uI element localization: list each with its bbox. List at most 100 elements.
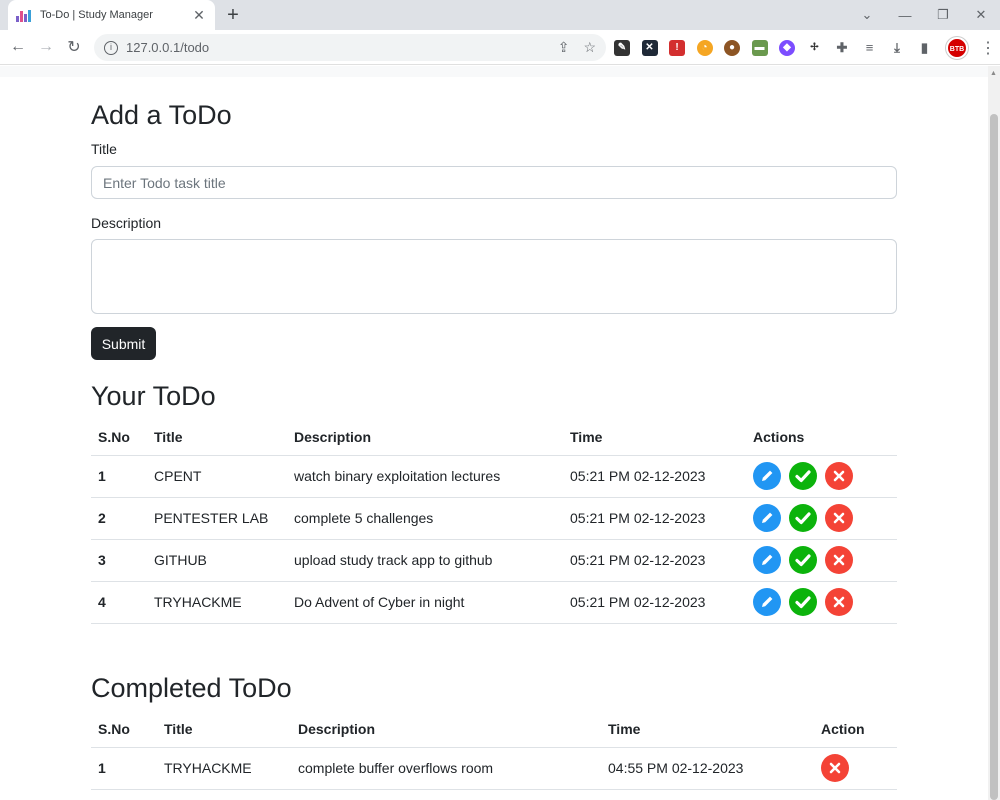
edit-pencil-icon[interactable] (753, 546, 781, 574)
scrollbar-thumb[interactable] (990, 114, 998, 800)
browser-tab-bar: To-Do | Study Manager ✕ + ⌄ — ❐ ✕ (0, 0, 1000, 30)
your-todo-heading: Your ToDo (91, 381, 216, 411)
restore-icon[interactable]: ❐ (924, 7, 962, 23)
todo-row: 4 TRYHACKME Do Advent of Cyber in night 05:… (91, 581, 897, 624)
complete-check-icon[interactable] (789, 546, 817, 574)
todo-time: 05:21 PM 02-12-2023 (563, 497, 746, 540)
cookie-extension-icon[interactable]: ● (724, 40, 740, 56)
submit-button[interactable]: Submit (91, 327, 156, 360)
completed-heading: Completed ToDo (91, 673, 292, 703)
bookmark-star-icon[interactable]: ☆ (583, 39, 596, 56)
todo-time: 05:21 PM 02-12-2023 (563, 539, 746, 582)
completed-table-wrap: S.No Title Description Time Action 1 TRYH… (91, 711, 897, 790)
delete-x-icon[interactable] (825, 504, 853, 532)
title-label: Title (91, 141, 117, 157)
complete-check-icon[interactable] (789, 462, 817, 490)
scroll-up-icon[interactable]: ▲ (990, 70, 997, 77)
add-todo-section: Add a ToDo (91, 100, 897, 131)
title-group: Title (91, 141, 897, 157)
address-bar[interactable]: i 127.0.0.1/todo ⇪ ☆ (94, 34, 606, 61)
todo-title: TRYHACKME (147, 581, 287, 624)
new-tab-icon[interactable]: + (222, 4, 244, 26)
todo-title: GITHUB (147, 539, 287, 582)
description-label: Description (91, 215, 162, 231)
reload-icon[interactable]: ↻ (60, 37, 88, 57)
col-time: Time (563, 419, 746, 456)
browser-toolbar: ← → ↻ i 127.0.0.1/todo ⇪ ☆ ✎ ✕ ! ◔ ● ▬ ◆… (0, 30, 1000, 65)
forward-icon[interactable]: → (32, 38, 60, 56)
completed-col-description: Description (291, 711, 601, 748)
title-input[interactable] (91, 166, 897, 199)
close-window-icon[interactable]: ✕ (962, 7, 1000, 23)
x-extension-icon[interactable]: ✕ (641, 40, 658, 56)
red-extension-icon[interactable]: ! (669, 40, 685, 56)
edit-pencil-icon[interactable] (753, 588, 781, 616)
todo-description: watch binary exploitation lectures (287, 455, 563, 498)
complete-check-icon[interactable] (789, 504, 817, 532)
todo-sno: 3 (91, 539, 147, 582)
grass-extension-icon[interactable]: ▬ (751, 40, 768, 56)
todo-title: PENTESTER LAB (147, 497, 287, 540)
completed-time: 04:55 PM 02-12-2023 (601, 747, 814, 790)
extensions-area: ✎ ✕ ! ◔ ● ▬ ◆ ✢ ✚ ≡ ⤓ ▮ BTB ⋮ (614, 37, 996, 59)
browser-tab[interactable]: To-Do | Study Manager ✕ (8, 0, 215, 30)
tab-close-icon[interactable]: ✕ (191, 7, 207, 24)
completed-row: 1 TRYHACKME complete buffer overflows room… (91, 747, 897, 790)
col-actions: Actions (746, 419, 897, 456)
flame-extension-icon[interactable]: ◆ (779, 40, 795, 56)
todo-sno: 4 (91, 581, 147, 624)
todo-actions (746, 455, 897, 498)
pen-extension-icon[interactable]: ✎ (614, 40, 630, 56)
todo-description: complete 5 challenges (287, 497, 563, 540)
delete-x-icon[interactable] (825, 462, 853, 490)
menu-dots-icon[interactable]: ⋮ (980, 38, 996, 58)
tab-search-icon[interactable]: ⌄ (848, 7, 886, 23)
profile-avatar[interactable]: BTB (946, 37, 968, 59)
todo-row: 3 GITHUB upload study track app to github 0… (91, 539, 897, 582)
complete-check-icon[interactable] (789, 588, 817, 616)
todo-row: 2 PENTESTER LAB complete 5 challenges 05:21… (91, 497, 897, 540)
completed-col-action: Action (814, 711, 897, 748)
download-icon[interactable]: ⤓ (889, 40, 905, 56)
todo-time: 05:21 PM 02-12-2023 (563, 581, 746, 624)
gauge-extension-icon[interactable]: ◔ (696, 40, 713, 56)
todo-title: CPENT (147, 455, 287, 498)
description-textarea[interactable] (91, 239, 897, 314)
edit-pencil-icon[interactable] (753, 504, 781, 532)
col-title: Title (147, 419, 287, 456)
todo-table-wrap: S.No Title Description Time Actions 1 CPE… (91, 419, 897, 624)
url-text[interactable]: 127.0.0.1/todo (126, 40, 544, 55)
completed-col-sno: S.No (91, 711, 157, 748)
page-content: Add a ToDo Title Description Submit Your… (0, 66, 988, 800)
delete-x-icon[interactable] (825, 546, 853, 574)
completed-col-title: Title (157, 711, 291, 748)
completed-header-row: S.No Title Description Time Action (91, 711, 897, 748)
completed-description: complete buffer overflows room (291, 747, 601, 790)
window-controls: ⌄ — ❐ ✕ (848, 0, 1000, 30)
col-description: Description (287, 419, 563, 456)
side-panel-icon[interactable]: ▮ (916, 40, 933, 56)
delete-x-icon[interactable] (825, 588, 853, 616)
todo-description: Do Advent of Cyber in night (287, 581, 563, 624)
share-icon[interactable]: ⇪ (558, 39, 570, 56)
todo-row: 1 CPENT watch binary exploitation lectures… (91, 455, 897, 498)
site-info-icon[interactable]: i (104, 40, 118, 55)
todo-header-row: S.No Title Description Time Actions (91, 419, 897, 456)
back-icon[interactable]: ← (4, 38, 32, 56)
completed-action (814, 747, 897, 790)
todo-actions (746, 539, 897, 582)
col-sno: S.No (91, 419, 147, 456)
completed-col-time: Time (601, 711, 814, 748)
todo-sno: 1 (91, 455, 147, 498)
completed-title: TRYHACKME (157, 747, 291, 790)
minimize-icon[interactable]: — (886, 8, 924, 23)
completed-sno: 1 (91, 747, 157, 790)
sparkle-extension-icon[interactable]: ✢ (806, 40, 823, 56)
puzzle-extensions-icon[interactable]: ✚ (834, 40, 850, 56)
tab-title: To-Do | Study Manager (40, 9, 153, 21)
edit-pencil-icon[interactable] (753, 462, 781, 490)
page-scrollbar[interactable]: ▲ (988, 66, 1000, 800)
media-playlist-icon[interactable]: ≡ (861, 40, 878, 56)
delete-x-icon[interactable] (821, 754, 849, 782)
favicon-icon (16, 8, 32, 22)
